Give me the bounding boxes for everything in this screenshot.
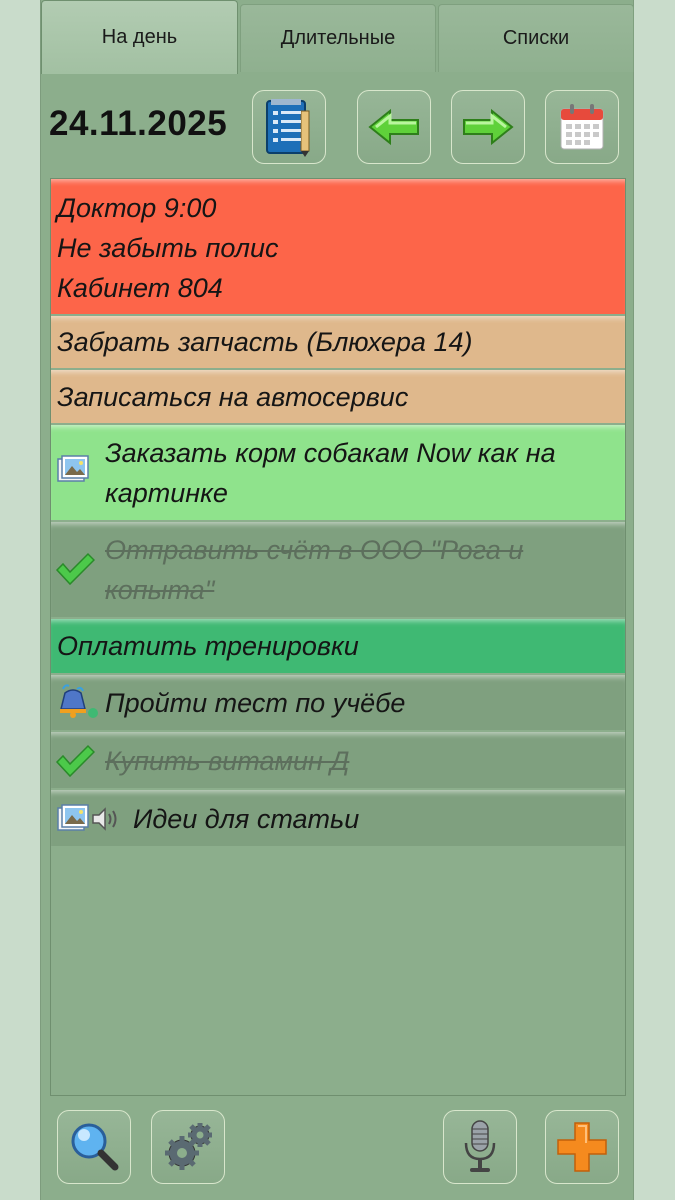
settings-button[interactable] [151, 1110, 225, 1184]
task-item[interactable]: Оплатить тренировки [51, 619, 625, 673]
task-text-line: Доктор 9:00 [57, 193, 217, 223]
task-text-line: копыта" [105, 575, 215, 605]
task-text-line: Записаться на автосервис [57, 382, 409, 412]
task-text-line: Отправить счёт в ООО "Рога и [105, 535, 524, 565]
task-text-line: Пройти тест по учёбе [105, 688, 406, 718]
task-text-line: Оплатить тренировки [57, 631, 359, 661]
tab-label: Длительные [280, 27, 396, 49]
microphone-icon [464, 1120, 496, 1172]
tab-label: Списки [502, 27, 570, 49]
speaker-icon [92, 807, 117, 831]
task-item[interactable]: Заказать корм собакам Now как на картинк… [51, 425, 625, 520]
checkmark-icon [55, 552, 95, 586]
search-icon [71, 1123, 119, 1171]
task-item-completed[interactable]: Купить витамин Д [51, 732, 625, 788]
task-item[interactable]: Забрать запчасть (Блюхера 14) [51, 316, 625, 368]
previous-day-button[interactable] [357, 90, 431, 164]
settings-gears-icon [165, 1123, 212, 1170]
checkmark-icon [55, 744, 95, 778]
image-icon [57, 455, 89, 482]
notes-button[interactable] [252, 90, 326, 164]
notepad-icon [266, 99, 310, 157]
voice-input-button[interactable] [443, 1110, 517, 1184]
search-button[interactable] [57, 1110, 131, 1184]
tab-bar: На день Длительные Списки [41, 0, 635, 74]
task-text-line: Кабинет 804 [57, 273, 223, 303]
task-item[interactable]: Пройти тест по учёбе [51, 675, 625, 730]
arrow-right-icon [463, 108, 514, 146]
plus-icon [557, 1122, 607, 1172]
next-day-button[interactable] [451, 90, 525, 164]
task-text-line: Заказать корм собакам Now как на [105, 438, 556, 468]
task-text-line: Купить витамин Д [105, 746, 350, 776]
calendar-button[interactable] [545, 90, 619, 164]
app-window: На день Длительные Списки 24.11.2025 Док… [40, 0, 634, 1200]
current-date[interactable]: 24.11.2025 [49, 104, 227, 144]
task-item[interactable]: Идеи для статьи [51, 790, 625, 846]
task-text-line: Забрать запчасть (Блюхера 14) [57, 327, 473, 357]
task-text-line: Не забыть полис [57, 233, 279, 263]
task-item-completed[interactable]: Отправить счёт в ООО "Рога и копыта" [51, 522, 625, 617]
arrow-left-icon [368, 108, 419, 146]
add-task-button[interactable] [545, 1110, 619, 1184]
tab-label: На день [101, 26, 178, 48]
calendar-icon [560, 104, 604, 150]
task-item[interactable]: Записаться на автосервис [51, 370, 625, 423]
bell-icon [60, 684, 98, 718]
task-text-line: Идеи для статьи [133, 804, 360, 834]
tab-lists[interactable]: Списки [438, 4, 634, 72]
task-text-line: картинке [105, 478, 228, 508]
image-icon [57, 804, 89, 831]
tab-long-term[interactable]: Длительные [240, 4, 436, 72]
tab-today[interactable]: На день [41, 0, 238, 74]
task-list[interactable]: Доктор 9:00 Не забыть полис Кабинет 804 … [50, 178, 626, 1096]
task-item[interactable]: Доктор 9:00 Не забыть полис Кабинет 804 [51, 179, 625, 314]
